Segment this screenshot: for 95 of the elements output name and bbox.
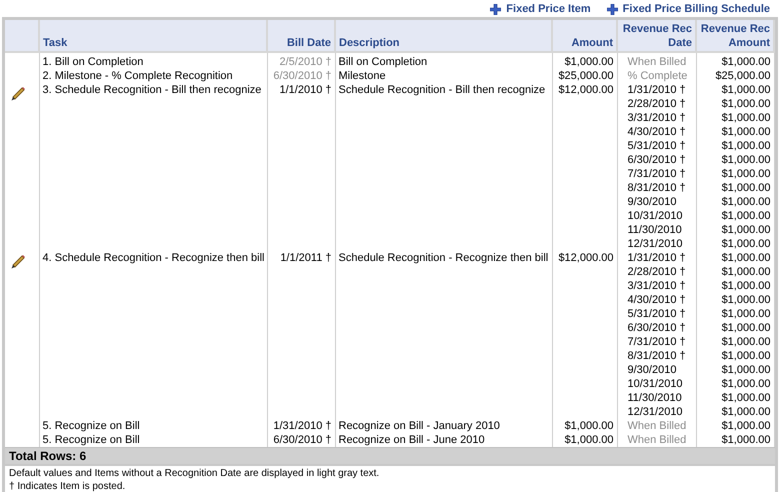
rec-amount: $1,000.00: [720, 83, 770, 97]
rec-amount: $1,000.00: [720, 391, 770, 405]
bill-date: 6/30/2010 †: [272, 69, 332, 83]
column-header: Revenue Rec Date: [617, 20, 696, 52]
rec-date: When Billed: [628, 433, 688, 447]
plus-icon: [490, 4, 502, 14]
add-link[interactable]: Fixed Price Billing Schedule: [606, 1, 770, 17]
note-text: Default values and Items without a Recognition Date are displayed in light gray text.: [9, 467, 380, 480]
rec-date: 6/30/2010 †: [628, 153, 687, 167]
rec-amount: $1,000.00: [720, 209, 770, 223]
add-link[interactable]: Fixed Price Item: [490, 1, 591, 17]
rec-amount: $1,000.00: [720, 363, 770, 377]
rec-amount: $1,000.00: [720, 167, 770, 181]
amount: $12,000.00: [557, 251, 614, 265]
description: Recognize on Bill - January 2010: [338, 419, 501, 433]
rec-date: 11/30/2010: [628, 223, 683, 237]
amount: $1,000.00: [564, 419, 614, 433]
column-header: Revenue Rec Amount: [696, 20, 774, 52]
rec-amount: $1,000.00: [720, 251, 770, 265]
column-header: Amount: [552, 20, 617, 52]
column-header: Task: [39, 20, 267, 52]
rec-date: 5/31/2010 †: [628, 139, 687, 153]
rec-amount: $1,000.00: [720, 97, 770, 111]
task-name: 5. Recognize on Bill: [42, 419, 141, 433]
description: Bill on Completion: [338, 55, 428, 69]
amount: $12,000.00: [557, 83, 614, 97]
rec-amount: $1,000.00: [720, 321, 770, 335]
rec-amount: $1,000.00: [720, 293, 770, 307]
rec-date: 12/31/2010: [628, 405, 684, 419]
plus-icon: [606, 4, 618, 14]
rec-amount: $1,000.00: [720, 349, 770, 363]
task-name: 3. Schedule Recognition - Bill then recognize: [42, 83, 262, 97]
pencil-icon[interactable]: [10, 85, 27, 102]
rec-amount: $1,000.00: [720, 111, 770, 125]
rec-amount: $1,000.00: [720, 237, 770, 251]
rec-date: When Billed: [628, 419, 688, 433]
rec-date: 9/30/2010: [628, 363, 678, 377]
rec-amount: $1,000.00: [720, 195, 770, 209]
rec-amount: $25,000.00: [714, 69, 770, 83]
rec-date: 7/31/2010 †: [628, 335, 687, 349]
task-name: 5. Recognize on Bill: [42, 433, 141, 447]
rec-date: 8/31/2010 †: [628, 181, 687, 195]
rec-date: % Complete: [628, 69, 688, 83]
rec-date: 3/31/2010 †: [628, 111, 687, 125]
bill-date: 1/1/2010 †: [278, 83, 332, 97]
amount: $1,000.00: [564, 433, 614, 447]
rec-amount: $1,000.00: [720, 377, 770, 391]
rec-date: 7/31/2010 †: [628, 167, 687, 181]
column-header: Description: [335, 20, 552, 52]
rec-amount: $1,000.00: [720, 265, 770, 279]
note-text: † Indicates Item is posted.: [9, 480, 126, 492]
description: Schedule Recognition - Recognize then bill: [338, 251, 548, 265]
rec-amount: $1,000.00: [720, 307, 770, 321]
rec-date: 3/31/2010 †: [628, 279, 687, 293]
bill-date: 2/5/2010 †: [278, 55, 332, 69]
rec-amount: $1,000.00: [720, 181, 770, 195]
rec-date: When Billed: [628, 55, 688, 69]
rec-amount: $1,000.00: [720, 433, 770, 447]
pencil-icon[interactable]: [10, 253, 27, 270]
rec-date: 10/31/2010: [628, 377, 684, 391]
rec-date: 11/30/2010: [628, 391, 683, 405]
rec-amount: $1,000.00: [720, 335, 770, 349]
rec-date: 2/28/2010 †: [628, 265, 687, 279]
amount: $1,000.00: [564, 55, 614, 69]
rec-amount: $1,000.00: [720, 125, 770, 139]
rec-date: 12/31/2010: [628, 237, 684, 251]
bill-date: 1/31/2010 †: [272, 419, 332, 433]
column-header: Bill Date: [267, 20, 335, 52]
rec-date: 6/30/2010 †: [628, 321, 687, 335]
rec-amount: $1,000.00: [720, 419, 770, 433]
rec-amount: $1,000.00: [720, 405, 770, 419]
description: Recognize on Bill - June 2010: [338, 433, 486, 447]
rec-amount: $1,000.00: [720, 153, 770, 167]
rec-date: 1/31/2010 †: [628, 251, 687, 265]
rec-amount: $1,000.00: [720, 55, 770, 69]
rec-date: 4/30/2010 †: [628, 125, 687, 139]
rec-date: 1/31/2010 †: [628, 83, 687, 97]
total-rows: Total Rows: 6: [5, 447, 775, 464]
rec-amount: $1,000.00: [720, 223, 770, 237]
bill-date: 1/1/2011 †: [279, 251, 332, 265]
rec-date: 10/31/2010: [628, 209, 684, 223]
amount: $25,000.00: [557, 69, 614, 83]
description: Milestone: [338, 69, 387, 83]
task-name: 2. Milestone - % Complete Recognition: [42, 69, 234, 83]
bill-date: 6/30/2010 †: [272, 433, 332, 447]
rec-date: 4/30/2010 †: [628, 293, 687, 307]
rec-amount: $1,000.00: [720, 139, 770, 153]
rec-amount: $1,000.00: [720, 279, 770, 293]
task-name: 4. Schedule Recognition - Recognize then bill: [42, 251, 264, 265]
description: Schedule Recognition - Bill then recognize: [338, 83, 546, 97]
rec-date: 5/31/2010 †: [628, 307, 687, 321]
task-name: 1. Bill on Completion: [42, 55, 144, 69]
rec-date: 9/30/2010: [628, 195, 678, 209]
rec-date: 8/31/2010 †: [628, 349, 687, 363]
rec-date: 2/28/2010 †: [628, 97, 687, 111]
